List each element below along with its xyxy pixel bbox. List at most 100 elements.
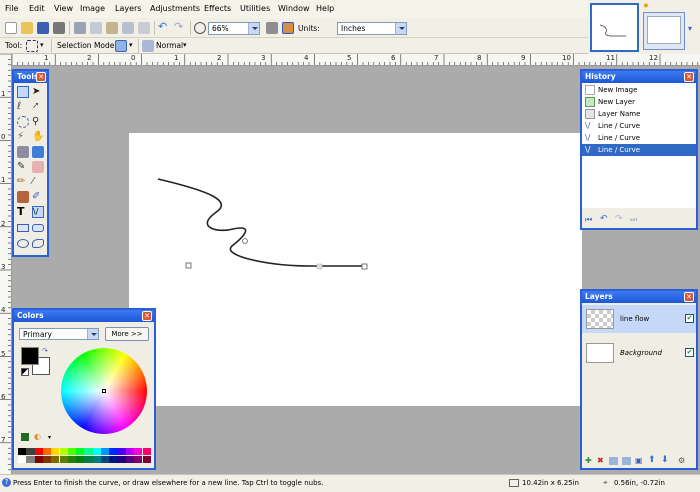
rectangle-tool-icon[interactable] xyxy=(17,224,29,232)
crop-icon[interactable] xyxy=(122,22,134,34)
zoom-tool-icon[interactable]: ⚲ xyxy=(32,116,44,128)
palette-swatch[interactable] xyxy=(125,456,135,463)
layer-row-selected[interactable]: line flow ✔ xyxy=(582,305,696,333)
pan-tool-icon[interactable]: ✋ xyxy=(32,131,44,143)
palette-swatch[interactable] xyxy=(18,456,27,463)
history-item[interactable]: New Layer xyxy=(582,96,696,108)
image-thumbnail-active[interactable] xyxy=(590,3,639,52)
zoom-combo[interactable]: 66% xyxy=(208,22,260,35)
cut-icon[interactable] xyxy=(74,22,86,34)
curve-control-nub[interactable] xyxy=(185,262,192,269)
undo-icon[interactable]: ↶ xyxy=(158,21,170,34)
palette-swatch[interactable] xyxy=(142,456,151,463)
move-layer-down-icon[interactable]: ⬇ xyxy=(661,455,669,465)
redo-icon[interactable]: ↷ xyxy=(615,214,623,224)
palette-swatch[interactable] xyxy=(134,448,143,455)
duplicate-layer-icon[interactable] xyxy=(609,457,618,465)
palette-swatch[interactable] xyxy=(125,448,135,455)
ruler-icon[interactable] xyxy=(282,22,294,34)
menu-adjustments[interactable]: Adjustments xyxy=(150,4,200,13)
palette-swatch[interactable] xyxy=(92,448,101,455)
palette-swatch[interactable] xyxy=(67,448,77,455)
image-canvas[interactable] xyxy=(129,133,582,406)
line-curve-tool-icon[interactable]: \/ xyxy=(32,206,44,218)
layer-settings-icon[interactable]: ⚙ xyxy=(678,456,685,465)
blend-mode-dropdown-arrow[interactable]: ▾ xyxy=(183,41,187,49)
color-palette[interactable] xyxy=(18,448,152,464)
freeform-shape-tool-icon[interactable] xyxy=(32,239,44,248)
zoom-icon[interactable] xyxy=(194,22,206,34)
curve-control-nub[interactable] xyxy=(242,238,248,244)
selection-mode-dropdown-arrow[interactable]: ▾ xyxy=(129,41,133,49)
rounded-rectangle-tool-icon[interactable] xyxy=(32,224,44,232)
curve-drawing[interactable] xyxy=(129,133,582,406)
more-colors-button[interactable]: More >> xyxy=(105,327,149,341)
menu-effects[interactable]: Effects xyxy=(204,4,231,13)
menu-window[interactable]: Window xyxy=(278,4,310,13)
palette-swatch[interactable] xyxy=(101,448,110,455)
lasso-tool-icon[interactable]: ℓ xyxy=(17,101,29,113)
palette-swatch[interactable] xyxy=(26,448,35,455)
color-wheel[interactable] xyxy=(61,348,147,434)
layer-visibility-checkbox[interactable]: ✔ xyxy=(685,348,694,357)
palette-swatch[interactable] xyxy=(142,448,151,455)
undo-icon[interactable]: ↶ xyxy=(600,214,608,224)
menu-view[interactable]: View xyxy=(54,4,73,13)
palette-swatch[interactable] xyxy=(34,456,43,463)
history-item[interactable]: Layer Name xyxy=(582,108,696,120)
palette-dropdown-arrow[interactable]: ▾ xyxy=(48,434,51,441)
magic-wand-tool-icon[interactable]: ⚡ xyxy=(17,131,29,143)
primary-color-swatch[interactable] xyxy=(21,347,39,365)
swap-colors-icon[interactable]: ↷ xyxy=(42,347,48,355)
menu-help[interactable]: Help xyxy=(316,4,334,13)
palette-swatch[interactable] xyxy=(117,448,126,455)
palette-swatch[interactable] xyxy=(134,456,143,463)
layer-row[interactable]: Background ✔ xyxy=(582,339,696,367)
move-selection-tool-icon[interactable]: ➤ xyxy=(32,86,44,98)
palette-swatch[interactable] xyxy=(67,456,77,463)
close-icon[interactable]: ✕ xyxy=(142,311,152,321)
palette-swatch[interactable] xyxy=(51,448,60,455)
redo-icon[interactable]: ↷ xyxy=(174,21,186,34)
reset-colors-icon[interactable] xyxy=(21,368,29,376)
chevron-down-icon[interactable] xyxy=(87,329,98,339)
image-thumbnail[interactable] xyxy=(643,12,685,50)
pencil-tool-icon[interactable]: ✏ xyxy=(17,176,29,188)
text-tool-icon[interactable]: T xyxy=(17,206,29,218)
palette-swatch[interactable] xyxy=(101,456,110,463)
palette-swatch[interactable] xyxy=(42,456,52,463)
palette-swatch[interactable] xyxy=(109,448,118,455)
clone-stamp-tool-icon[interactable] xyxy=(17,191,29,203)
menu-layers[interactable]: Layers xyxy=(115,4,141,13)
menu-edit[interactable]: Edit xyxy=(29,4,45,13)
palette-swatch[interactable] xyxy=(92,456,101,463)
color-picker-tool-icon[interactable]: ⁄ xyxy=(32,176,44,188)
rewind-icon[interactable]: ⏮ xyxy=(585,215,592,225)
chevron-down-icon[interactable] xyxy=(248,23,259,34)
close-icon[interactable]: ✕ xyxy=(684,72,694,82)
new-icon[interactable] xyxy=(5,22,17,34)
recolor-tool-icon[interactable]: ✐ xyxy=(32,191,44,203)
paintbrush-tool-icon[interactable]: ✎ xyxy=(17,161,29,173)
palette-swatch[interactable] xyxy=(42,448,52,455)
history-title-bar[interactable]: History xyxy=(582,71,696,83)
fast-forward-icon[interactable]: ⏭ xyxy=(630,215,637,225)
palette-swatch[interactable] xyxy=(84,456,93,463)
copy-icon[interactable] xyxy=(90,22,102,34)
move-layer-up-icon[interactable]: ⬆ xyxy=(648,455,656,465)
open-icon[interactable] xyxy=(21,22,33,34)
palette-menu-icon[interactable]: ◐ xyxy=(34,432,41,441)
deselect-icon[interactable] xyxy=(138,22,150,34)
print-icon[interactable] xyxy=(53,22,65,34)
menu-file[interactable]: File xyxy=(5,4,18,13)
gradient-tool-icon[interactable] xyxy=(32,146,44,158)
delete-layer-icon[interactable]: ✖ xyxy=(597,456,604,465)
palette-swatch[interactable] xyxy=(59,456,68,463)
paint-bucket-tool-icon[interactable] xyxy=(17,146,29,158)
merge-layer-down-icon[interactable] xyxy=(622,457,631,465)
tool-dropdown-arrow[interactable]: ▾ xyxy=(40,41,44,49)
curve-control-nub[interactable] xyxy=(316,263,323,270)
close-icon[interactable]: ✕ xyxy=(684,292,694,302)
history-item[interactable]: \/ Line / Curve xyxy=(582,120,696,132)
chevron-down-icon[interactable] xyxy=(395,23,406,34)
